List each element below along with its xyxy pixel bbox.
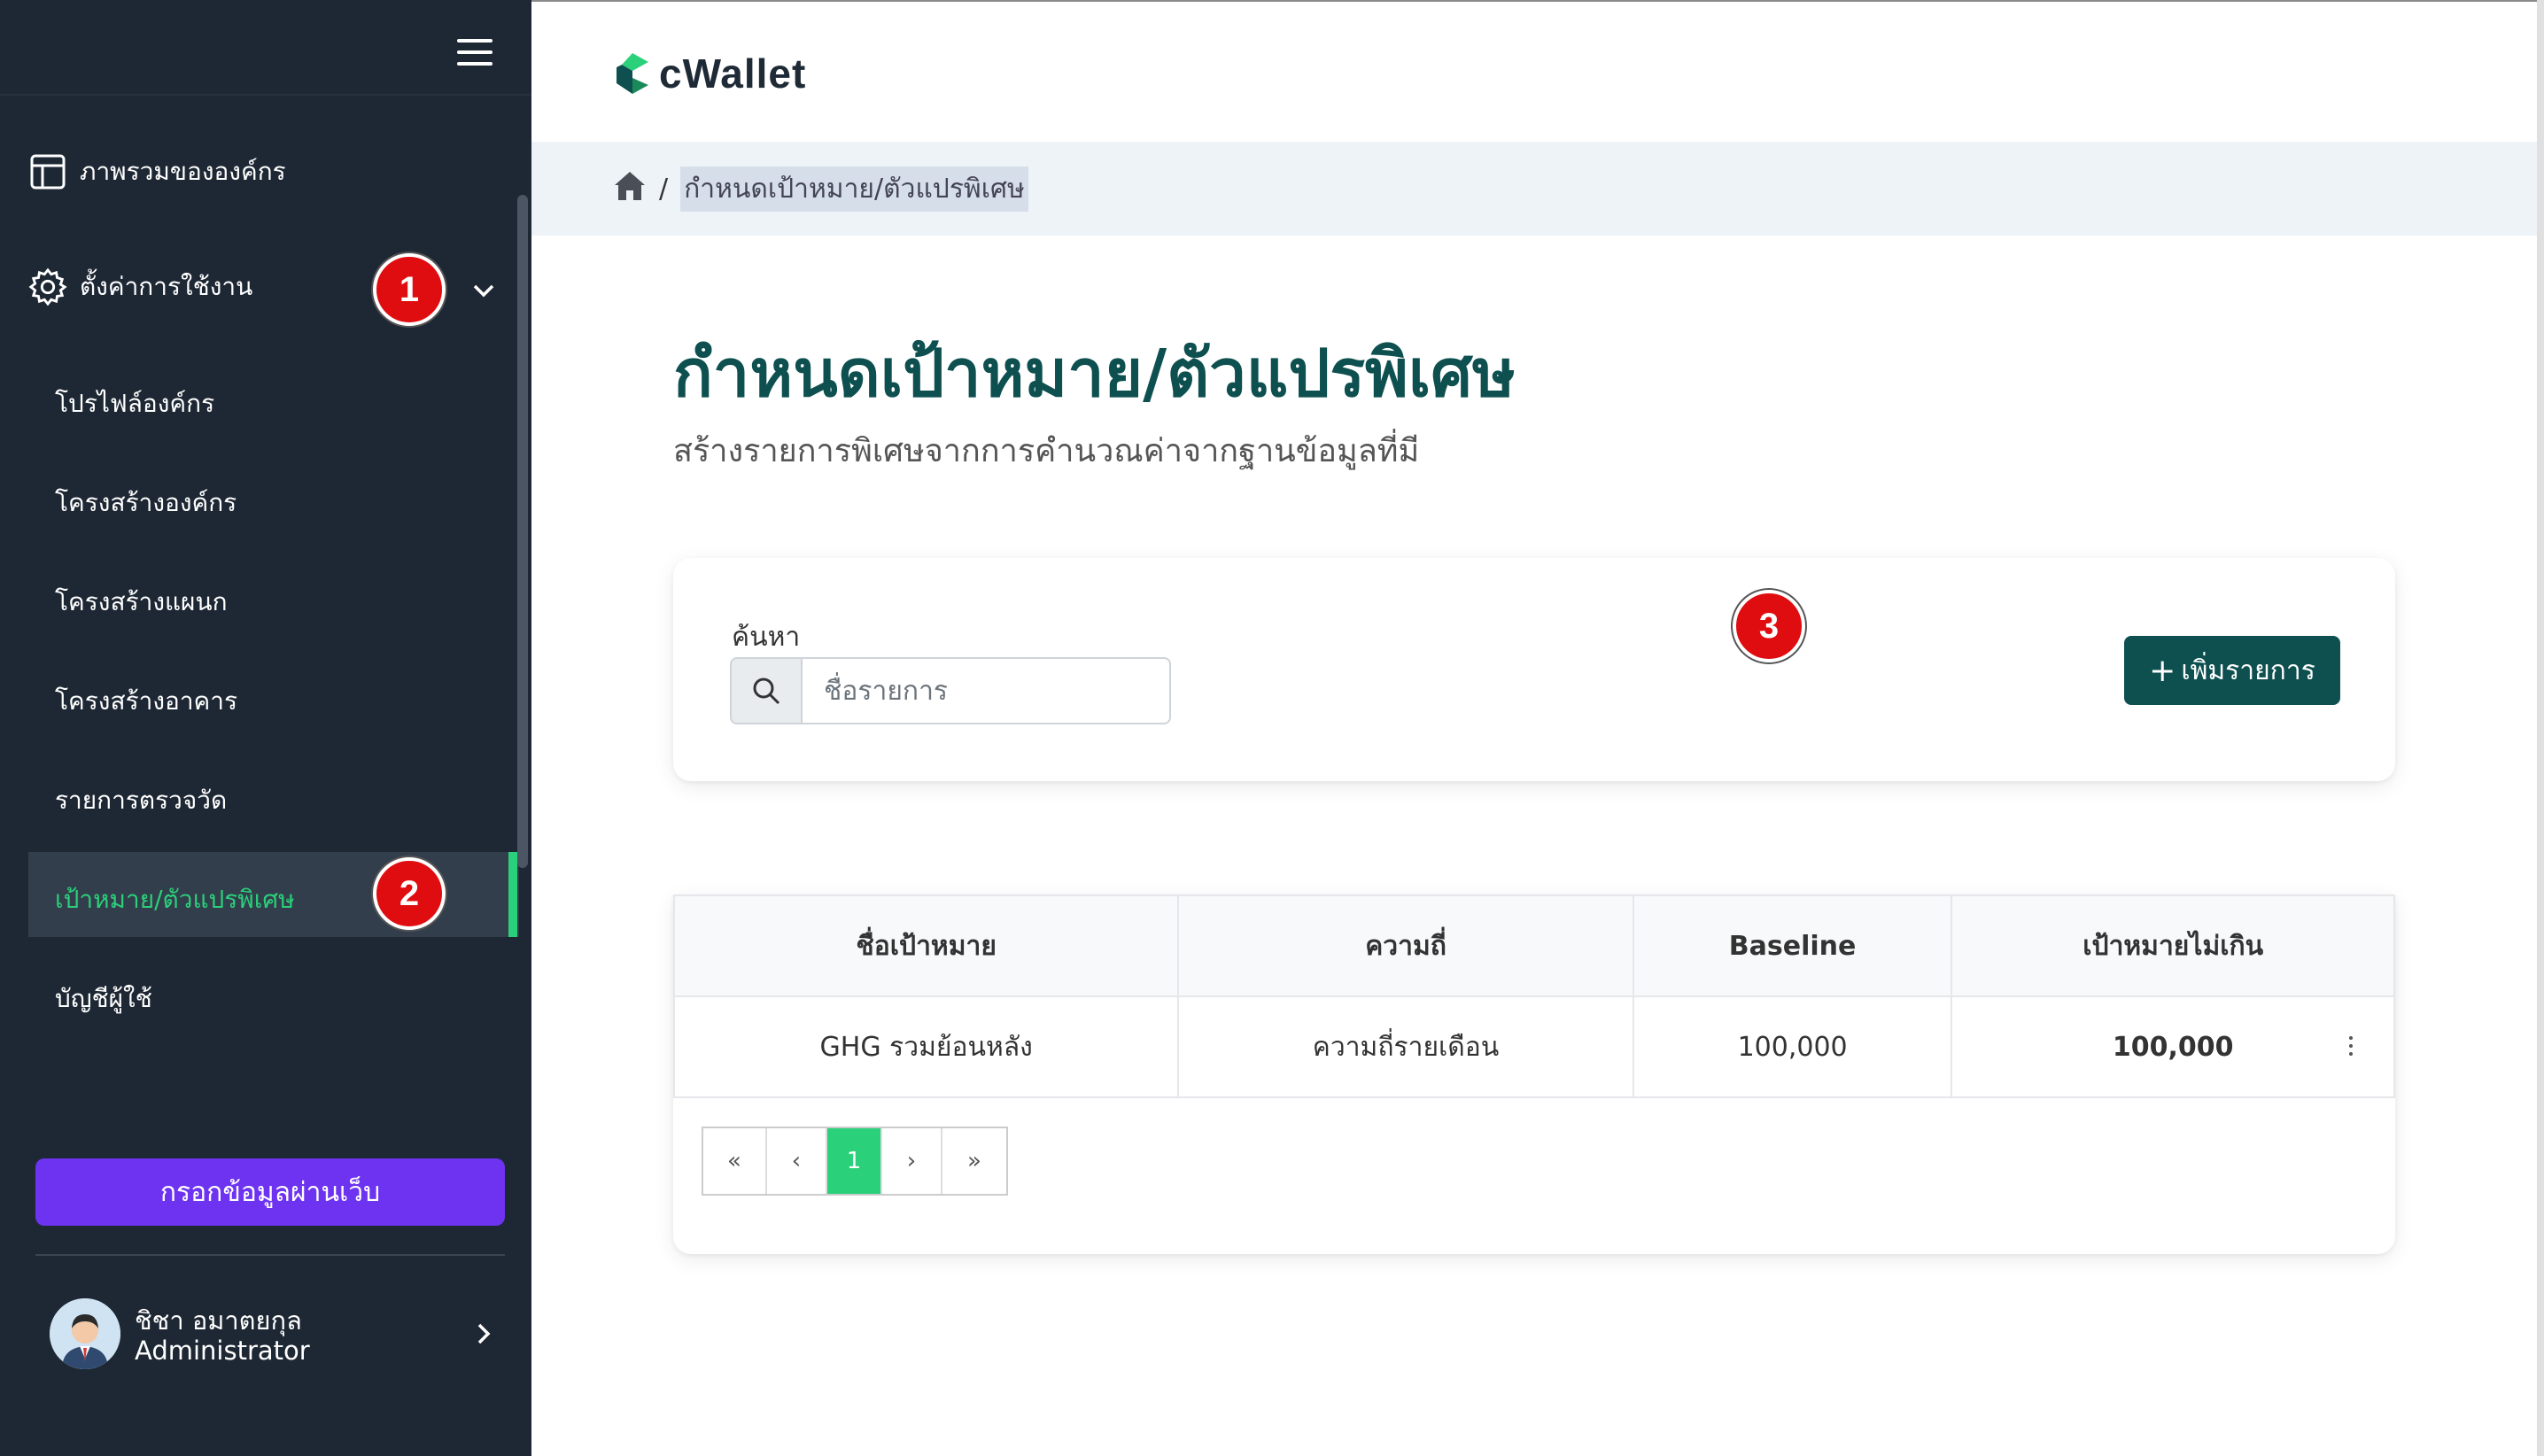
page-first-button[interactable]: «: [703, 1128, 767, 1194]
plus-icon: +: [2149, 652, 2176, 689]
breadcrumb-bar: / กำหนดเป้าหมาย/ตัวแปรพิเศษ: [531, 142, 2544, 236]
sidebar-item-org-profile[interactable]: โปรไฟล์องค์กร: [55, 384, 214, 423]
logo[interactable]: cWallet: [613, 50, 806, 97]
goals-table: ชื่อเป้าหมาย ความถี่ Baseline เป้าหมายไม…: [672, 895, 2395, 1098]
cell-baseline: 100,000: [1632, 995, 1953, 1098]
add-item-label: เพิ่มรายการ: [2181, 654, 2315, 686]
home-icon[interactable]: [613, 170, 647, 209]
logo-text: cWallet: [659, 50, 807, 97]
cwallet-logo-icon: [617, 53, 648, 94]
row-actions-icon[interactable]: [2349, 1036, 2354, 1057]
sidebar-item-label: ตั้งค่าการใช้งาน: [80, 272, 253, 301]
sidebar-item-user-accounts[interactable]: บัญชีผู้ใช้: [55, 980, 152, 1018]
annotation-badge-1: 1: [373, 253, 446, 326]
chevron-right-icon[interactable]: [469, 1320, 498, 1351]
page-last-button[interactable]: »: [942, 1128, 1006, 1194]
sidebar-item-building-structure[interactable]: โครงสร้างอาคาร: [55, 682, 237, 721]
gear-icon: [28, 267, 67, 306]
user-role: Administrator: [135, 1336, 310, 1366]
cell-frequency: ความถี่รายเดือน: [1177, 995, 1634, 1098]
column-header-target: เป้าหมายไม่เกิน: [1951, 895, 2395, 997]
table-row[interactable]: GHG รวมย้อนหลัง ความถี่รายเดือน 100,000 …: [672, 995, 2395, 1098]
chevron-down-icon[interactable]: [469, 276, 498, 308]
search-card: ค้นหา + เพิ่มรายการ 3: [673, 558, 2395, 781]
add-item-button[interactable]: + เพิ่มรายการ: [2124, 636, 2340, 705]
cell-name: GHG รวมย้อนหลัง: [672, 995, 1180, 1098]
goals-table-card: ชื่อเป้าหมาย ความถี่ Baseline เป้าหมายไม…: [672, 895, 2395, 1254]
breadcrumb-separator: /: [659, 174, 669, 205]
page-next-button[interactable]: ›: [882, 1128, 942, 1194]
breadcrumb: / กำหนดเป้าหมาย/ตัวแปรพิเศษ: [613, 167, 1028, 212]
sidebar-item-measurements[interactable]: รายการตรวจวัด: [55, 781, 227, 820]
search-label: ค้นหา: [732, 622, 801, 653]
sidebar-scrollbar[interactable]: [517, 195, 528, 868]
page-title: กำหนดเป้าหมาย/ตัวแปรพิเศษ: [673, 336, 1516, 412]
top-border: [531, 0, 2544, 2]
table-header-row: ชื่อเป้าหมาย ความถี่ Baseline เป้าหมายไม…: [672, 895, 2395, 997]
sidebar-divider: [35, 1254, 505, 1256]
search-group: [730, 657, 1171, 724]
sidebar-item-goals-variables[interactable]: เป้าหมาย/ตัวแปรพิเศษ: [55, 880, 295, 919]
cell-target: 100,000: [1951, 995, 2395, 1098]
page-scrollbar[interactable]: [2537, 0, 2544, 1456]
sidebar: ภาพรวมขององค์กร ตั้งค่าการใช้งาน โปรไฟล์…: [0, 0, 531, 1456]
cell-target-value: 100,000: [2112, 1031, 2234, 1063]
main-content: cWallet / กำหนดเป้าหมาย/ตัวแปรพิเศษ กำหน…: [531, 0, 2544, 1456]
page-prev-button[interactable]: ‹: [767, 1128, 827, 1194]
annotation-badge-3: 3: [1733, 590, 1805, 662]
sidebar-item-label: ภาพรวมขององค์กร: [80, 157, 286, 186]
page-subtitle: สร้างรายการพิเศษจากการคำนวณค่าจากฐานข้อม…: [673, 433, 1420, 469]
column-header-name: ชื่อเป้าหมาย: [672, 895, 1180, 997]
column-header-frequency: ความถี่: [1177, 895, 1634, 997]
page-number-button[interactable]: 1: [827, 1128, 882, 1194]
column-header-baseline: Baseline: [1632, 895, 1953, 997]
sidebar-header: [0, 0, 531, 96]
sidebar-item-org-structure[interactable]: โครงสร้างองค์กร: [55, 484, 237, 523]
pagination: « ‹ 1 › »: [702, 1127, 1008, 1196]
active-indicator: [508, 852, 517, 937]
search-icon[interactable]: [730, 657, 803, 724]
sidebar-item-department-structure[interactable]: โครงสร้างแผนก: [55, 583, 228, 622]
search-input[interactable]: [803, 657, 1171, 724]
dashboard-icon: [28, 152, 67, 191]
menu-toggle-icon[interactable]: [457, 39, 493, 66]
annotation-badge-2: 2: [373, 857, 446, 930]
avatar[interactable]: [50, 1298, 120, 1369]
breadcrumb-current: กำหนดเป้าหมาย/ตัวแปรพิเศษ: [680, 167, 1028, 212]
web-input-button[interactable]: กรอกข้อมูลผ่านเว็บ: [35, 1158, 505, 1226]
sidebar-item-overview[interactable]: ภาพรวมขององค์กร: [0, 152, 514, 191]
